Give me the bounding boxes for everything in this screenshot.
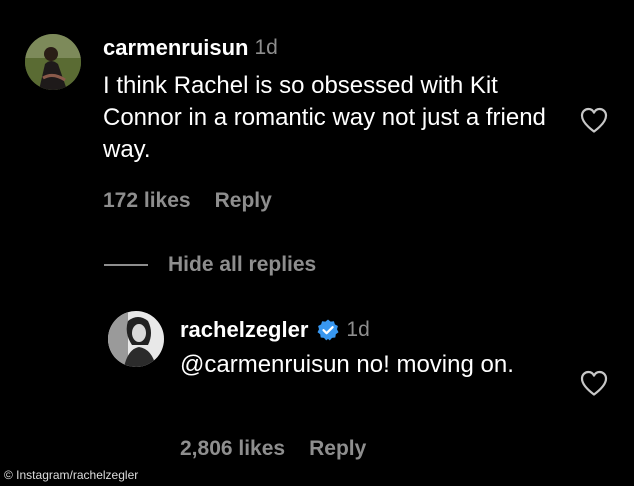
reply-avatar[interactable] [108, 311, 164, 367]
avatar-photo [108, 311, 164, 367]
comment-username[interactable]: carmenruisun [103, 35, 249, 61]
heart-outline-icon[interactable] [579, 106, 609, 134]
replies-divider-line [104, 264, 148, 266]
comment-header: carmenruisun 1d [103, 35, 278, 61]
comment-text: I think Rachel is so obsessed with Kit C… [103, 72, 546, 163]
reply-likes-count[interactable]: 2,806 likes [180, 437, 285, 461]
comment-actions: 172 likes Reply [103, 189, 272, 213]
verified-badge-icon [317, 319, 339, 341]
commenter-avatar[interactable] [25, 34, 81, 90]
reply-timestamp: 1d [346, 318, 370, 341]
image-credit: © Instagram/rachelzegler [4, 468, 139, 482]
reply-text: @carmenruisun no! moving on. [180, 351, 514, 378]
comment-reply-button[interactable]: Reply [215, 189, 272, 213]
avatar-photo [25, 34, 81, 90]
comment-likes-count[interactable]: 172 likes [103, 189, 191, 213]
reply-header: rachelzegler 1d [180, 317, 370, 343]
reply-actions: 2,806 likes Reply [180, 437, 366, 461]
heart-outline-icon[interactable] [579, 369, 609, 397]
comment-timestamp: 1d [254, 36, 278, 59]
hide-replies-label[interactable]: Hide all replies [168, 253, 316, 277]
reply-reply-button[interactable]: Reply [309, 437, 366, 461]
reply-username[interactable]: rachelzegler [180, 317, 308, 343]
hide-replies-toggle[interactable]: Hide all replies [104, 253, 316, 277]
